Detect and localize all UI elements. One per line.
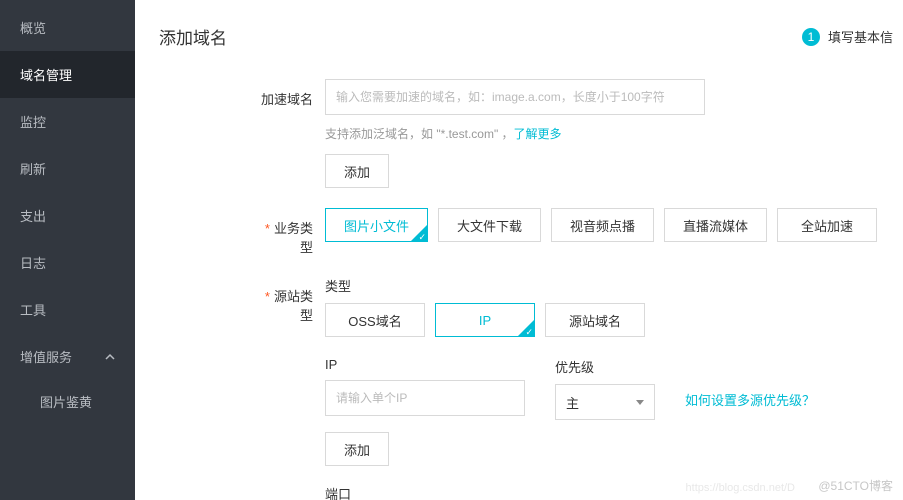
add-domain-button[interactable]: 添加 [325,154,389,188]
origin-type-sublabel: 类型 [325,276,903,295]
origin-type-options: OSS域名 IP 源站域名 [325,303,903,337]
biz-option-image-small[interactable]: 图片小文件 [325,208,428,242]
label-biz-type: 业务类型 [255,208,325,256]
nav-tools[interactable]: 工具 [0,286,135,333]
origin-option-oss[interactable]: OSS域名 [325,303,425,337]
origin-option-domain[interactable]: 源站域名 [545,303,645,337]
step-indicator: 1 填写基本信 [802,27,893,46]
port-sublabel: 端口 [325,484,903,500]
nav-refresh[interactable]: 刷新 [0,145,135,192]
ip-sublabel: IP [325,357,525,372]
add-origin-button[interactable]: 添加 [325,432,389,466]
page-header: 添加域名 1 填写基本信 [159,24,903,49]
origin-option-ip[interactable]: IP [435,303,535,337]
biz-type-options: 图片小文件 大文件下载 视音频点播 直播流媒体 全站加速 [325,208,903,242]
page-title: 添加域名 [159,24,227,49]
nav-logs[interactable]: 日志 [0,239,135,286]
biz-option-live[interactable]: 直播流媒体 [664,208,767,242]
nav-value-added[interactable]: 增值服务 [0,333,135,380]
ip-input[interactable] [325,380,525,416]
biz-option-large-file[interactable]: 大文件下载 [438,208,541,242]
priority-help-link[interactable]: 如何设置多源优先级？ [685,390,815,409]
priority-value: 主 [566,393,579,412]
priority-sublabel: 优先级 [555,357,655,376]
nav-overview[interactable]: 概览 [0,4,135,51]
step-label: 填写基本信 [828,27,893,46]
biz-option-full-site[interactable]: 全站加速 [777,208,877,242]
accel-domain-input[interactable] [325,79,705,115]
nav-monitor[interactable]: 监控 [0,98,135,145]
sub-nav-image-audit[interactable]: 图片鉴黄 [0,380,135,423]
nav-domain-manage[interactable]: 域名管理 [0,51,135,98]
accel-domain-hint: 支持添加泛域名，如 "*.test.com" ，了解更多 [325,125,903,142]
learn-more-link[interactable]: 了解更多 [514,127,562,141]
label-accel-domain: 加速域名 [255,79,325,188]
nav-value-added-label: 增值服务 [20,347,72,366]
label-origin-type: 源站类型 [255,276,325,500]
main-content: 添加域名 1 填写基本信 加速域名 支持添加泛域名，如 "*.test.com"… [135,0,903,500]
step-number-badge: 1 [802,28,820,46]
sidebar: 概览 域名管理 监控 刷新 支出 日志 工具 增值服务 图片鉴黄 [0,0,135,500]
caret-down-icon [636,400,644,405]
priority-select[interactable]: 主 [555,384,655,420]
nav-expense[interactable]: 支出 [0,192,135,239]
chevron-up-icon [105,352,115,362]
biz-option-vod[interactable]: 视音频点播 [551,208,654,242]
